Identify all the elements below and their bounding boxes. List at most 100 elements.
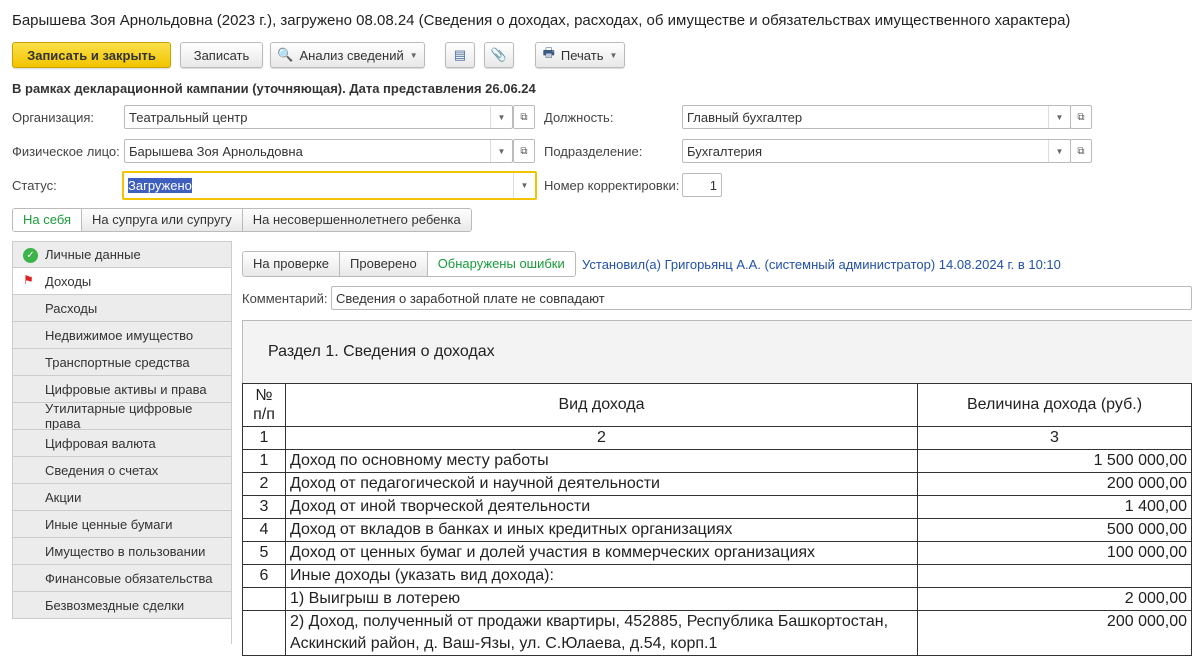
status-value: Загружено — [128, 178, 192, 193]
printer-icon: 🖶 — [542, 45, 555, 60]
nav-label: Личные данные — [45, 247, 141, 262]
comment-label: Комментарий: — [242, 291, 328, 306]
col-number: 3 — [917, 426, 1192, 450]
header-amount: Величина дохода (руб.) — [917, 383, 1192, 427]
open-icon[interactable]: ⧉ — [513, 105, 535, 129]
nav-label: Безвозмездные сделки — [45, 597, 185, 613]
status-field[interactable]: Загружено ▼ — [122, 171, 537, 200]
save-button[interactable]: Записать — [180, 42, 263, 68]
open-icon[interactable]: ⧉ — [1070, 139, 1092, 163]
red-flag-icon: ⚑ — [23, 273, 34, 287]
dropdown-arrow-icon[interactable]: ▼ — [490, 140, 512, 162]
nav-item[interactable]: Цифровые активы и права — [12, 376, 232, 403]
row-amount: 1 500 000,00 — [917, 449, 1192, 473]
nav-label: Цифровые активы и права — [45, 381, 207, 397]
dept-label: Подразделение: — [544, 144, 643, 159]
tab-spouse[interactable]: На супруга или супругу — [82, 209, 243, 231]
position-label: Должность: — [544, 110, 614, 125]
table-row[interactable]: 3 Доход от иной творческой деятельности 1 … — [242, 495, 1192, 519]
nav-item[interactable]: ⚑ Доходы — [12, 268, 232, 295]
table-row[interactable]: 2 Доход от педагогической и научной деяте… — [242, 472, 1192, 496]
table-row[interactable]: 6 Иные доходы (указать вид дохода): — [242, 564, 1192, 588]
header-number: № п/п — [242, 383, 286, 427]
row-kind: 1) Выигрыш в лотерею — [285, 587, 918, 611]
table-row[interactable]: 1) Выигрыш в лотерею 2 000,00 — [242, 587, 1192, 611]
nav-item[interactable]: Финансовые обязательства — [12, 565, 232, 592]
comment-value: Сведения о заработной плате не совпадают — [336, 290, 605, 306]
list-button[interactable]: ▤ — [445, 42, 475, 68]
row-number: 6 — [242, 564, 286, 588]
nav-label: Расходы — [45, 300, 98, 316]
nav-item[interactable]: Сведения о счетах — [12, 457, 232, 484]
table-row[interactable]: 2) Доход, полученный от продажи квартиры… — [242, 610, 1192, 656]
nav-item[interactable]: Недвижимое имущество — [12, 322, 232, 349]
nav-label: Утилитарные цифровые права — [45, 401, 193, 431]
row-number: 4 — [242, 518, 286, 542]
row-kind: Доход от иной творческой деятельности — [285, 495, 918, 519]
section-title: Раздел 1. Сведения о доходах — [268, 343, 495, 360]
row-kind: Доход по основному месту работы — [285, 449, 918, 473]
nav-item[interactable]: Иные ценные бумаги — [12, 511, 232, 538]
nav-item[interactable]: Расходы — [12, 295, 232, 322]
corr-field[interactable]: 1 — [682, 173, 722, 197]
corr-value: 1 — [709, 177, 717, 193]
col-number: 1 — [242, 426, 286, 450]
set-by-link[interactable]: Установил(а) Григорьянц А.А. (системный … — [582, 257, 1061, 272]
dropdown-arrow-icon[interactable]: ▼ — [490, 106, 512, 128]
corr-label: Номер корректировки: — [544, 178, 680, 193]
nav-item[interactable]: Транспортные средства — [12, 349, 232, 376]
campaign-note: В рамках декларационной кампании (уточня… — [12, 81, 536, 96]
row-amount: 200 000,00 — [917, 472, 1192, 496]
dropdown-arrow-icon[interactable]: ▼ — [513, 173, 535, 198]
dropdown-arrow-icon[interactable]: ▼ — [1048, 106, 1070, 128]
check-status-tabs: На проверке Проверено Обнаружены ошибки — [242, 251, 576, 277]
nav-item[interactable]: Цифровая валюта — [12, 430, 232, 457]
nav-label: Недвижимое имущество — [45, 327, 194, 343]
org-value: Театральный центр — [129, 109, 248, 125]
table-row[interactable]: 1 Доход по основному месту работы 1 500 00… — [242, 449, 1192, 473]
print-button[interactable]: 🖶 Печать ▼ — [535, 42, 625, 68]
list-icon: ▤ — [453, 47, 467, 62]
income-table: № п/п Вид дохода Величина дохода (руб.) … — [242, 383, 1192, 656]
row-kind: Доход от педагогической и научной деятел… — [285, 472, 918, 496]
save-and-close-button[interactable]: Записать и закрыть — [12, 42, 171, 68]
status-label: Статус: — [12, 178, 57, 193]
row-number — [242, 610, 286, 656]
row-number: 1 — [242, 449, 286, 473]
position-value: Главный бухгалтер — [687, 109, 803, 125]
section-nav: ✓ Личные данные ⚑ Доходы Расходы Недвижимо… — [12, 241, 232, 619]
tab-on-check[interactable]: На проверке — [243, 252, 341, 276]
nav-label: Акции — [45, 489, 82, 505]
table-row[interactable]: 4 Доход от вкладов в банках и иных кредит… — [242, 518, 1192, 542]
attach-button[interactable]: 📎 — [484, 42, 514, 68]
nav-item[interactable]: Акции — [12, 484, 232, 511]
chevron-down-icon: ▼ — [409, 50, 418, 60]
analysis-button[interactable]: 🔍 Анализ сведений ▼ — [270, 42, 425, 68]
person-value: Барышева Зоя Арнольдовна — [129, 143, 303, 159]
comment-field[interactable]: Сведения о заработной плате не совпадают — [331, 286, 1192, 310]
tab-errors-found[interactable]: Обнаружены ошибки — [427, 252, 575, 276]
open-icon[interactable]: ⧉ — [1070, 105, 1092, 129]
paperclip-icon: 📎 — [490, 47, 508, 62]
nav-item[interactable]: Имущество в пользовании — [12, 538, 232, 565]
nav-item[interactable]: Утилитарные цифровые права — [12, 401, 232, 431]
dept-field[interactable]: Бухгалтерия ▼ — [682, 139, 1071, 163]
tab-checked[interactable]: Проверено — [340, 252, 428, 276]
row-kind: Доход от вкладов в банках и иных кредитн… — [285, 518, 918, 542]
table-row[interactable]: 5 Доход от ценных бумаг и долей участия в… — [242, 541, 1192, 565]
person-field[interactable]: Барышева Зоя Арнольдовна ▼ — [124, 139, 513, 163]
chevron-down-icon: ▼ — [609, 50, 618, 60]
org-field[interactable]: Театральный центр ▼ — [124, 105, 513, 129]
tab-self[interactable]: На себя — [13, 209, 83, 231]
open-icon[interactable]: ⧉ — [513, 139, 535, 163]
row-amount: 1 400,00 — [917, 495, 1192, 519]
nav-item[interactable]: Безвозмездные сделки — [12, 592, 232, 619]
position-field[interactable]: Главный бухгалтер ▼ — [682, 105, 1071, 129]
dropdown-arrow-icon[interactable]: ▼ — [1048, 140, 1070, 162]
nav-label: Доходы — [45, 273, 92, 289]
analysis-label: Анализ сведений — [299, 47, 404, 63]
row-amount: 100 000,00 — [917, 541, 1192, 565]
row-number: 3 — [242, 495, 286, 519]
tab-child[interactable]: На несовершеннолетнего ребенка — [242, 209, 471, 231]
nav-item[interactable]: ✓ Личные данные — [12, 241, 232, 268]
